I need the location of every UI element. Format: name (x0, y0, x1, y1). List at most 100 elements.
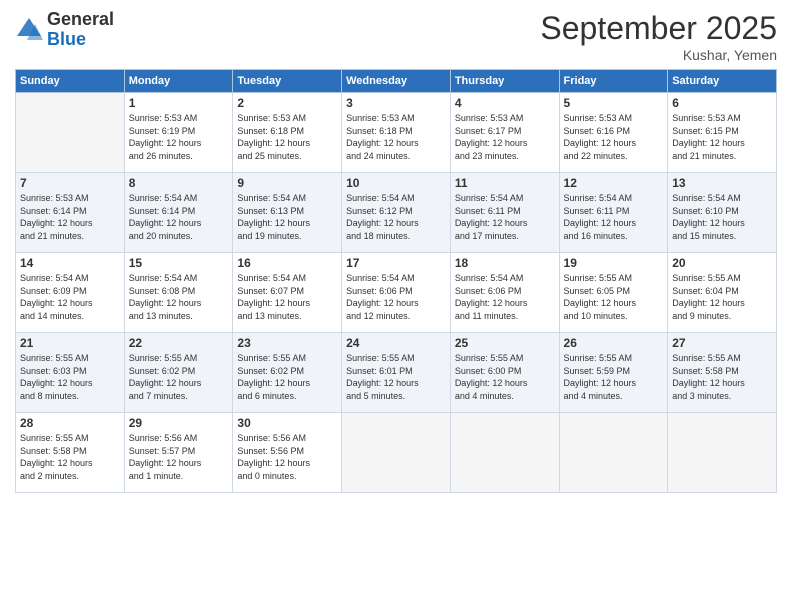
table-row: 10 Sunrise: 5:54 AM Sunset: 6:12 PM Dayli… (342, 173, 451, 253)
day-info: Sunrise: 5:55 AM Sunset: 6:00 PM Dayligh… (455, 352, 555, 402)
calendar-week-row: 14 Sunrise: 5:54 AM Sunset: 6:09 PM Dayli… (16, 253, 777, 333)
day-info: Sunrise: 5:55 AM Sunset: 5:59 PM Dayligh… (564, 352, 664, 402)
table-row: 7 Sunrise: 5:53 AM Sunset: 6:14 PM Daylig… (16, 173, 125, 253)
day-number: 30 (237, 416, 337, 430)
day-info: Sunrise: 5:53 AM Sunset: 6:19 PM Dayligh… (129, 112, 229, 162)
day-number: 28 (20, 416, 120, 430)
table-row: 20 Sunrise: 5:55 AM Sunset: 6:04 PM Dayli… (668, 253, 777, 333)
day-info: Sunrise: 5:55 AM Sunset: 6:01 PM Dayligh… (346, 352, 446, 402)
header-tuesday: Tuesday (233, 70, 342, 93)
day-info: Sunrise: 5:55 AM Sunset: 6:04 PM Dayligh… (672, 272, 772, 322)
table-row: 28Sunrise: 5:55 AM Sunset: 5:58 PM Dayli… (16, 413, 125, 493)
logo-blue-text: Blue (47, 30, 114, 50)
table-row: 6Sunrise: 5:53 AM Sunset: 6:15 PM Daylig… (668, 93, 777, 173)
day-number: 26 (564, 336, 664, 350)
table-row: 13 Sunrise: 5:54 AM Sunset: 6:10 PM Dayli… (668, 173, 777, 253)
day-info: Sunrise: 5:53 AM Sunset: 6:14 PM Dayligh… (20, 192, 120, 242)
day-number: 9 (237, 176, 337, 190)
location-title: Kushar, Yemen (540, 47, 777, 63)
day-info: Sunrise: 5:53 AM Sunset: 6:16 PM Dayligh… (564, 112, 664, 162)
day-info: Sunrise: 5:55 AM Sunset: 6:02 PM Dayligh… (129, 352, 229, 402)
day-number: 7 (20, 176, 120, 190)
table-row: 5 Sunrise: 5:53 AM Sunset: 6:16 PM Daylig… (559, 93, 668, 173)
day-info: Sunrise: 5:56 AM Sunset: 5:57 PM Dayligh… (129, 432, 229, 482)
title-block: September 2025 Kushar, Yemen (540, 10, 777, 63)
table-row: 16Sunrise: 5:54 AM Sunset: 6:07 PM Dayli… (233, 253, 342, 333)
table-row: 18Sunrise: 5:54 AM Sunset: 6:06 PM Dayli… (450, 253, 559, 333)
day-info: Sunrise: 5:54 AM Sunset: 6:06 PM Dayligh… (455, 272, 555, 322)
day-info: Sunrise: 5:54 AM Sunset: 6:11 PM Dayligh… (455, 192, 555, 242)
day-info: Sunrise: 5:54 AM Sunset: 6:06 PM Dayligh… (346, 272, 446, 322)
day-info: Sunrise: 5:55 AM Sunset: 6:03 PM Dayligh… (20, 352, 120, 402)
table-row (450, 413, 559, 493)
page: General Blue September 2025 Kushar, Yeme… (0, 0, 792, 612)
header-wednesday: Wednesday (342, 70, 451, 93)
header: General Blue September 2025 Kushar, Yeme… (15, 10, 777, 63)
calendar-table: Sunday Monday Tuesday Wednesday Thursday… (15, 69, 777, 493)
day-number: 6 (672, 96, 772, 110)
day-number: 15 (129, 256, 229, 270)
day-info: Sunrise: 5:54 AM Sunset: 6:13 PM Dayligh… (237, 192, 337, 242)
day-number: 25 (455, 336, 555, 350)
table-row: 17 Sunrise: 5:54 AM Sunset: 6:06 PM Dayli… (342, 253, 451, 333)
day-number: 22 (129, 336, 229, 350)
day-number: 21 (20, 336, 120, 350)
table-row: 4 Sunrise: 5:53 AM Sunset: 6:17 PM Daylig… (450, 93, 559, 173)
day-info: Sunrise: 5:55 AM Sunset: 6:02 PM Dayligh… (237, 352, 337, 402)
logo: General Blue (15, 10, 114, 50)
table-row: 8 Sunrise: 5:54 AM Sunset: 6:14 PM Daylig… (124, 173, 233, 253)
table-row: 1 Sunrise: 5:53 AM Sunset: 6:19 PM Daylig… (124, 93, 233, 173)
header-thursday: Thursday (450, 70, 559, 93)
table-row: 29 Sunrise: 5:56 AM Sunset: 5:57 PM Dayli… (124, 413, 233, 493)
table-row (668, 413, 777, 493)
day-info: Sunrise: 5:53 AM Sunset: 6:17 PM Dayligh… (455, 112, 555, 162)
day-number: 8 (129, 176, 229, 190)
day-info: Sunrise: 5:55 AM Sunset: 6:05 PM Dayligh… (564, 272, 664, 322)
table-row: 12Sunrise: 5:54 AM Sunset: 6:11 PM Dayli… (559, 173, 668, 253)
day-info: Sunrise: 5:53 AM Sunset: 6:18 PM Dayligh… (346, 112, 446, 162)
table-row: 9 Sunrise: 5:54 AM Sunset: 6:13 PM Daylig… (233, 173, 342, 253)
month-title: September 2025 (540, 10, 777, 47)
day-number: 13 (672, 176, 772, 190)
day-number: 10 (346, 176, 446, 190)
table-row: 24Sunrise: 5:55 AM Sunset: 6:01 PM Dayli… (342, 333, 451, 413)
day-info: Sunrise: 5:54 AM Sunset: 6:09 PM Dayligh… (20, 272, 120, 322)
table-row (559, 413, 668, 493)
day-info: Sunrise: 5:54 AM Sunset: 6:14 PM Dayligh… (129, 192, 229, 242)
table-row: 11Sunrise: 5:54 AM Sunset: 6:11 PM Dayli… (450, 173, 559, 253)
day-number: 5 (564, 96, 664, 110)
table-row: 23Sunrise: 5:55 AM Sunset: 6:02 PM Dayli… (233, 333, 342, 413)
table-row: 19 Sunrise: 5:55 AM Sunset: 6:05 PM Dayli… (559, 253, 668, 333)
day-info: Sunrise: 5:54 AM Sunset: 6:11 PM Dayligh… (564, 192, 664, 242)
day-number: 3 (346, 96, 446, 110)
day-info: Sunrise: 5:53 AM Sunset: 6:18 PM Dayligh… (237, 112, 337, 162)
calendar-week-row: 21 Sunrise: 5:55 AM Sunset: 6:03 PM Dayli… (16, 333, 777, 413)
day-number: 19 (564, 256, 664, 270)
table-row (342, 413, 451, 493)
day-number: 29 (129, 416, 229, 430)
table-row: 3 Sunrise: 5:53 AM Sunset: 6:18 PM Daylig… (342, 93, 451, 173)
day-number: 17 (346, 256, 446, 270)
day-number: 1 (129, 96, 229, 110)
table-row: 30Sunrise: 5:56 AM Sunset: 5:56 PM Dayli… (233, 413, 342, 493)
day-info: Sunrise: 5:54 AM Sunset: 6:08 PM Dayligh… (129, 272, 229, 322)
table-row: 21 Sunrise: 5:55 AM Sunset: 6:03 PM Dayli… (16, 333, 125, 413)
table-row (16, 93, 125, 173)
logo-text: General Blue (47, 10, 114, 50)
header-sunday: Sunday (16, 70, 125, 93)
day-info: Sunrise: 5:55 AM Sunset: 5:58 PM Dayligh… (672, 352, 772, 402)
table-row: 26 Sunrise: 5:55 AM Sunset: 5:59 PM Dayli… (559, 333, 668, 413)
table-row: 15 Sunrise: 5:54 AM Sunset: 6:08 PM Dayli… (124, 253, 233, 333)
day-number: 14 (20, 256, 120, 270)
table-row: 22 Sunrise: 5:55 AM Sunset: 6:02 PM Dayli… (124, 333, 233, 413)
day-info: Sunrise: 5:54 AM Sunset: 6:12 PM Dayligh… (346, 192, 446, 242)
day-number: 20 (672, 256, 772, 270)
day-number: 2 (237, 96, 337, 110)
calendar-week-row: 1 Sunrise: 5:53 AM Sunset: 6:19 PM Daylig… (16, 93, 777, 173)
day-number: 27 (672, 336, 772, 350)
day-info: Sunrise: 5:54 AM Sunset: 6:10 PM Dayligh… (672, 192, 772, 242)
table-row: 2 Sunrise: 5:53 AM Sunset: 6:18 PM Daylig… (233, 93, 342, 173)
day-number: 16 (237, 256, 337, 270)
day-number: 4 (455, 96, 555, 110)
table-row: 25 Sunrise: 5:55 AM Sunset: 6:00 PM Dayli… (450, 333, 559, 413)
